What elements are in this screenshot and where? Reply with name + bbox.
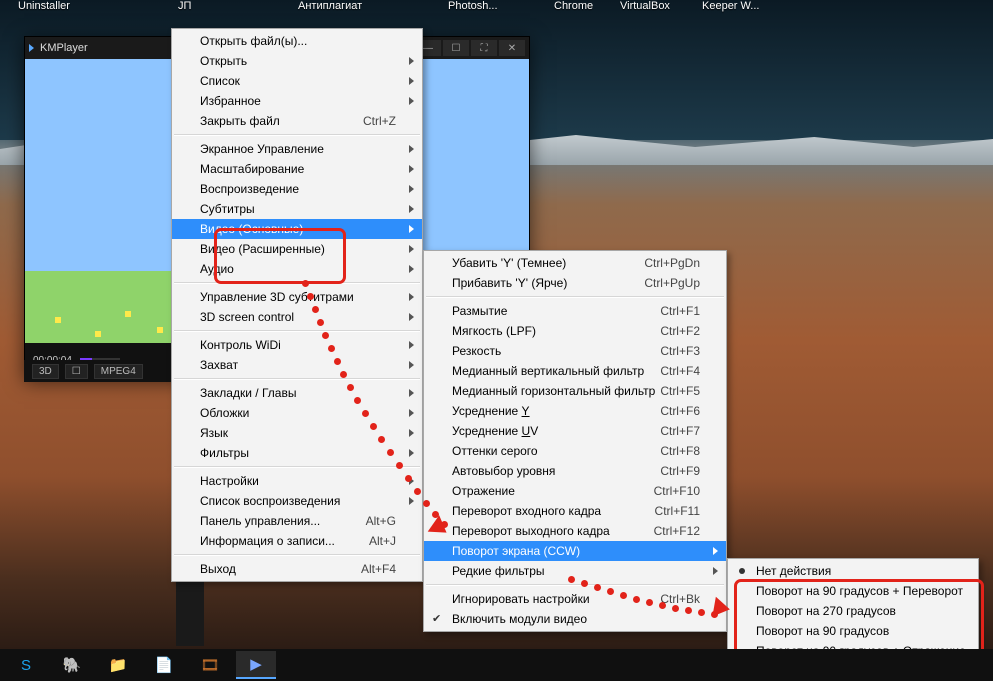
menu-separator xyxy=(174,134,420,136)
taskbar-explorer-icon[interactable]: 📁 xyxy=(98,652,138,678)
menu-open[interactable]: Открыть xyxy=(172,51,422,71)
menu-rare-filters[interactable]: Редкие фильтры xyxy=(424,561,726,581)
menu-bookmarks[interactable]: Закладки / Главы xyxy=(172,383,422,403)
menu-video-extended[interactable]: Видео (Расширенные) xyxy=(172,239,422,259)
desktop-label[interactable]: VirtualBox xyxy=(620,0,670,12)
menu-3d-screen[interactable]: 3D screen control xyxy=(172,307,422,327)
menu-median-horizontal[interactable]: Медианный горизонтальный фильтрCtrl+F5 xyxy=(424,381,726,401)
menu-separator xyxy=(174,378,420,380)
menu-scale[interactable]: Масштабирование xyxy=(172,159,422,179)
menu-median-vertical[interactable]: Медианный вертикальный фильтрCtrl+F4 xyxy=(424,361,726,381)
menu-rotate-90[interactable]: Поворот на 90 градусов xyxy=(728,621,978,641)
menu-softness[interactable]: Мягкость (LPF)Ctrl+F2 xyxy=(424,321,726,341)
taskbar-evernote-icon[interactable]: 🐘 xyxy=(52,652,92,678)
menu-sharpness[interactable]: РезкостьCtrl+F3 xyxy=(424,341,726,361)
kmplayer-title: KMPlayer xyxy=(40,42,88,54)
taskbar-media-icon[interactable]: 🎞 xyxy=(190,652,230,678)
taskbar-kmplayer-icon[interactable]: ▶ xyxy=(236,651,276,679)
menu-include-video-modules[interactable]: Включить модули видео xyxy=(424,609,726,629)
badge-cc[interactable]: ☐ xyxy=(65,364,88,379)
menu-decrease-y[interactable]: Убавить 'Y' (Темнее)Ctrl+PgDn xyxy=(424,253,726,273)
menu-mirror[interactable]: ОтражениеCtrl+F10 xyxy=(424,481,726,501)
menu-widi[interactable]: Контроль WiDi xyxy=(172,335,422,355)
menu-flip-output[interactable]: Переворот выходного кадраCtrl+F12 xyxy=(424,521,726,541)
desktop-label[interactable]: Keeper W... xyxy=(702,0,759,12)
menu-average-y[interactable]: Усреднение YCtrl+F6 xyxy=(424,401,726,421)
taskbar-word-icon[interactable]: 📄 xyxy=(144,652,184,678)
menu-list[interactable]: Список xyxy=(172,71,422,91)
fullscreen-button[interactable]: ⛶ xyxy=(471,40,497,56)
taskbar: S 🐘 📁 📄 🎞 ▶ xyxy=(0,649,993,681)
menu-separator xyxy=(174,282,420,284)
menu-video-basic[interactable]: Видео (Основные) xyxy=(172,219,422,239)
desktop-label[interactable]: JП xyxy=(178,0,191,12)
menu-record-info[interactable]: Информация о записи...Alt+J xyxy=(172,531,422,551)
menu-favorites[interactable]: Избранное xyxy=(172,91,422,111)
menu-rotate-90-flip[interactable]: Поворот на 90 градусов + Переворот xyxy=(728,581,978,601)
desktop-label[interactable]: Chrome xyxy=(554,0,593,12)
menu-open-files[interactable]: Открыть файл(ы)... xyxy=(172,31,422,51)
desktop-label[interactable]: Антиплагиат xyxy=(298,0,362,12)
menu-settings[interactable]: Настройки xyxy=(172,471,422,491)
menu-screen-control[interactable]: Экранное Управление xyxy=(172,139,422,159)
kmplayer-logo-icon xyxy=(29,44,34,52)
menu-control-panel[interactable]: Панель управления...Alt+G xyxy=(172,511,422,531)
status-badges: 3D ☐ MPEG4 xyxy=(24,360,190,382)
menu-rotate-none[interactable]: Нет действия xyxy=(728,561,978,581)
menu-subtitles[interactable]: Субтитры xyxy=(172,199,422,219)
menu-exit[interactable]: ВыходAlt+F4 xyxy=(172,559,422,579)
menu-skins[interactable]: Обложки xyxy=(172,403,422,423)
menu-autolevel[interactable]: Автовыбор уровняCtrl+F9 xyxy=(424,461,726,481)
menu-language[interactable]: Язык xyxy=(172,423,422,443)
menu-separator xyxy=(426,296,724,298)
menu-average-uv[interactable]: Усреднение UVCtrl+F7 xyxy=(424,421,726,441)
menu-separator xyxy=(174,330,420,332)
menu-playback[interactable]: Воспроизведение xyxy=(172,179,422,199)
menu-separator xyxy=(174,554,420,556)
menu-separator xyxy=(174,466,420,468)
context-menu-main: Открыть файл(ы)... Открыть Список Избран… xyxy=(171,28,423,582)
badge-codec: MPEG4 xyxy=(94,364,143,379)
menu-close-file[interactable]: Закрыть файлCtrl+Z xyxy=(172,111,422,131)
menu-flip-input[interactable]: Переворот входного кадраCtrl+F11 xyxy=(424,501,726,521)
badge-3d[interactable]: 3D xyxy=(32,364,59,379)
submenu-video-basic: Убавить 'Y' (Темнее)Ctrl+PgDn Прибавить … xyxy=(423,250,727,632)
menu-3d-subtitles[interactable]: Управление 3D субтитрами xyxy=(172,287,422,307)
menu-rotate-screen[interactable]: Поворот экрана (CCW) xyxy=(424,541,726,561)
menu-playlist[interactable]: Список воспроизведения xyxy=(172,491,422,511)
menu-filters[interactable]: Фильтры xyxy=(172,443,422,463)
menu-separator xyxy=(426,584,724,586)
menu-capture[interactable]: Захват xyxy=(172,355,422,375)
desktop-label[interactable]: Photosh... xyxy=(448,0,498,12)
close-button[interactable]: ✕ xyxy=(499,40,525,56)
desktop-label[interactable]: Uninstaller xyxy=(18,0,70,12)
desktop-icon-labels: Uninstaller JП Антиплагиат Photosh... Ch… xyxy=(0,0,993,20)
taskbar-skype-icon[interactable]: S xyxy=(6,652,46,678)
menu-grayscale[interactable]: Оттенки серогоCtrl+F8 xyxy=(424,441,726,461)
menu-blur[interactable]: РазмытиеCtrl+F1 xyxy=(424,301,726,321)
menu-increase-y[interactable]: Прибавить 'Y' (Ярче)Ctrl+PgUp xyxy=(424,273,726,293)
menu-audio[interactable]: Аудио xyxy=(172,259,422,279)
menu-rotate-270[interactable]: Поворот на 270 градусов xyxy=(728,601,978,621)
maximize-button[interactable]: ☐ xyxy=(443,40,469,56)
menu-ignore-settings[interactable]: Игнорировать настройкиCtrl+Bk xyxy=(424,589,726,609)
